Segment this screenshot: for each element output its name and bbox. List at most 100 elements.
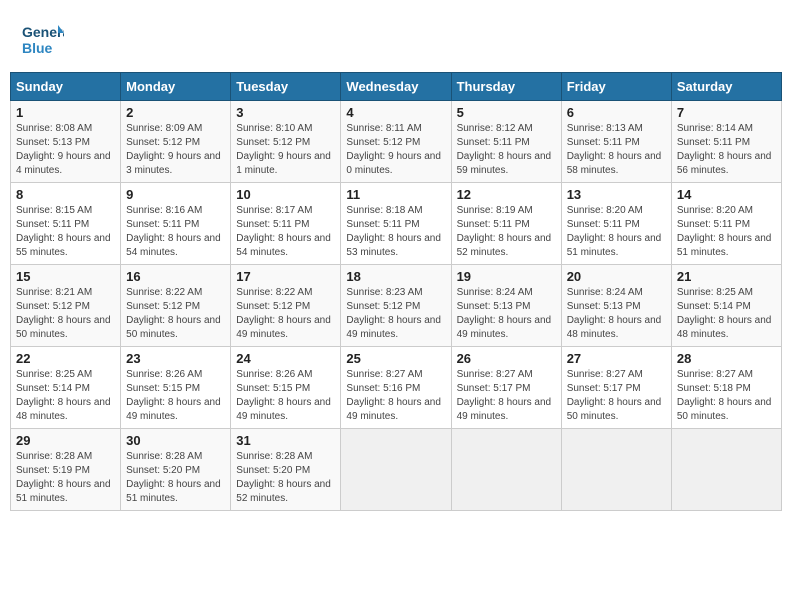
calendar-cell: 8Sunrise: 8:15 AM Sunset: 5:11 PM Daylig… bbox=[11, 183, 121, 265]
calendar-cell: 19 Sunrise: 8:24 AM Sunset: 5:13 PM Dayli… bbox=[451, 265, 561, 347]
day-number: 19 bbox=[457, 269, 556, 284]
day-info: Sunrise: 8:12 AM Sunset: 5:11 PM Dayligh… bbox=[457, 122, 556, 178]
day-info: Sunrise: 8:20 AM Sunset: 5:11 PM Dayligh… bbox=[567, 204, 666, 260]
day-info: Sunrise: 8:27 AM Sunset: 5:17 PM Dayligh… bbox=[457, 368, 556, 424]
calendar-cell: 29 Sunrise: 8:28 AM Sunset: 5:19 PM Dayli… bbox=[11, 429, 121, 511]
day-info: Sunrise: 8:25 AM Sunset: 5:14 PM Dayligh… bbox=[677, 286, 776, 342]
weekday-header-friday: Friday bbox=[561, 73, 671, 101]
day-info: Sunrise: 8:17 AM Sunset: 5:11 PM Dayligh… bbox=[236, 204, 335, 260]
calendar-cell: 14 Sunrise: 8:20 AM Sunset: 5:11 PM Dayli… bbox=[671, 183, 781, 265]
day-number: 13 bbox=[567, 187, 666, 202]
day-info: Sunrise: 8:22 AM Sunset: 5:12 PM Dayligh… bbox=[126, 286, 225, 342]
calendar-week-2: 8Sunrise: 8:15 AM Sunset: 5:11 PM Daylig… bbox=[11, 183, 782, 265]
day-info: Sunrise: 8:23 AM Sunset: 5:12 PM Dayligh… bbox=[346, 286, 445, 342]
weekday-header-saturday: Saturday bbox=[671, 73, 781, 101]
weekday-header-wednesday: Wednesday bbox=[341, 73, 451, 101]
calendar-cell: 21 Sunrise: 8:25 AM Sunset: 5:14 PM Dayli… bbox=[671, 265, 781, 347]
calendar-cell: 20Sunrise: 8:24 AM Sunset: 5:13 PM Dayli… bbox=[561, 265, 671, 347]
day-number: 9 bbox=[126, 187, 225, 202]
day-number: 17 bbox=[236, 269, 335, 284]
calendar-cell: 7 Sunrise: 8:14 AM Sunset: 5:11 PM Daylig… bbox=[671, 101, 781, 183]
day-info: Sunrise: 8:13 AM Sunset: 5:11 PM Dayligh… bbox=[567, 122, 666, 178]
calendar-cell: 5Sunrise: 8:12 AM Sunset: 5:11 PM Daylig… bbox=[451, 101, 561, 183]
calendar-cell: 2 Sunrise: 8:09 AM Sunset: 5:12 PM Daylig… bbox=[121, 101, 231, 183]
day-number: 15 bbox=[16, 269, 115, 284]
day-info: Sunrise: 8:09 AM Sunset: 5:12 PM Dayligh… bbox=[126, 122, 225, 178]
day-number: 7 bbox=[677, 105, 776, 120]
calendar-cell: 28 Sunrise: 8:27 AM Sunset: 5:18 PM Dayli… bbox=[671, 347, 781, 429]
calendar-cell: 16 Sunrise: 8:22 AM Sunset: 5:12 PM Dayli… bbox=[121, 265, 231, 347]
calendar-week-4: 22Sunrise: 8:25 AM Sunset: 5:14 PM Dayli… bbox=[11, 347, 782, 429]
day-info: Sunrise: 8:28 AM Sunset: 5:19 PM Dayligh… bbox=[16, 450, 115, 506]
logo: General Blue bbox=[20, 15, 68, 59]
calendar-cell: 31Sunrise: 8:28 AM Sunset: 5:20 PM Dayli… bbox=[231, 429, 341, 511]
day-info: Sunrise: 8:16 AM Sunset: 5:11 PM Dayligh… bbox=[126, 204, 225, 260]
day-number: 27 bbox=[567, 351, 666, 366]
day-number: 23 bbox=[126, 351, 225, 366]
day-info: Sunrise: 8:19 AM Sunset: 5:11 PM Dayligh… bbox=[457, 204, 556, 260]
day-info: Sunrise: 8:18 AM Sunset: 5:11 PM Dayligh… bbox=[346, 204, 445, 260]
logo-icon: General Blue bbox=[20, 15, 64, 59]
day-number: 14 bbox=[677, 187, 776, 202]
calendar-cell: 1 Sunrise: 8:08 AM Sunset: 5:13 PM Daylig… bbox=[11, 101, 121, 183]
day-info: Sunrise: 8:24 AM Sunset: 5:13 PM Dayligh… bbox=[457, 286, 556, 342]
day-number: 26 bbox=[457, 351, 556, 366]
calendar-cell: 22Sunrise: 8:25 AM Sunset: 5:14 PM Dayli… bbox=[11, 347, 121, 429]
day-number: 29 bbox=[16, 433, 115, 448]
day-number: 1 bbox=[16, 105, 115, 120]
calendar-cell: 9 Sunrise: 8:16 AM Sunset: 5:11 PM Daylig… bbox=[121, 183, 231, 265]
calendar-cell: 26 Sunrise: 8:27 AM Sunset: 5:17 PM Dayli… bbox=[451, 347, 561, 429]
day-number: 31 bbox=[236, 433, 335, 448]
svg-text:Blue: Blue bbox=[22, 40, 53, 56]
day-info: Sunrise: 8:26 AM Sunset: 5:15 PM Dayligh… bbox=[236, 368, 335, 424]
day-number: 24 bbox=[236, 351, 335, 366]
calendar-cell: 23 Sunrise: 8:26 AM Sunset: 5:15 PM Dayli… bbox=[121, 347, 231, 429]
day-number: 2 bbox=[126, 105, 225, 120]
calendar-cell: 18 Sunrise: 8:23 AM Sunset: 5:12 PM Dayli… bbox=[341, 265, 451, 347]
day-info: Sunrise: 8:22 AM Sunset: 5:12 PM Dayligh… bbox=[236, 286, 335, 342]
day-number: 12 bbox=[457, 187, 556, 202]
day-info: Sunrise: 8:20 AM Sunset: 5:11 PM Dayligh… bbox=[677, 204, 776, 260]
day-info: Sunrise: 8:27 AM Sunset: 5:18 PM Dayligh… bbox=[677, 368, 776, 424]
calendar-week-5: 29 Sunrise: 8:28 AM Sunset: 5:19 PM Dayli… bbox=[11, 429, 782, 511]
day-info: Sunrise: 8:14 AM Sunset: 5:11 PM Dayligh… bbox=[677, 122, 776, 178]
day-number: 10 bbox=[236, 187, 335, 202]
calendar-cell bbox=[671, 429, 781, 511]
weekday-header-sunday: Sunday bbox=[11, 73, 121, 101]
day-number: 21 bbox=[677, 269, 776, 284]
day-info: Sunrise: 8:28 AM Sunset: 5:20 PM Dayligh… bbox=[126, 450, 225, 506]
calendar-header: SundayMondayTuesdayWednesdayThursdayFrid… bbox=[11, 73, 782, 101]
weekday-row: SundayMondayTuesdayWednesdayThursdayFrid… bbox=[11, 73, 782, 101]
day-number: 3 bbox=[236, 105, 335, 120]
calendar-cell bbox=[451, 429, 561, 511]
day-number: 30 bbox=[126, 433, 225, 448]
calendar-cell: 15 Sunrise: 8:21 AM Sunset: 5:12 PM Dayli… bbox=[11, 265, 121, 347]
calendar-cell: 3 Sunrise: 8:10 AM Sunset: 5:12 PM Daylig… bbox=[231, 101, 341, 183]
weekday-header-thursday: Thursday bbox=[451, 73, 561, 101]
calendar-cell: 27 Sunrise: 8:27 AM Sunset: 5:17 PM Dayli… bbox=[561, 347, 671, 429]
day-info: Sunrise: 8:25 AM Sunset: 5:14 PM Dayligh… bbox=[16, 368, 115, 424]
weekday-header-tuesday: Tuesday bbox=[231, 73, 341, 101]
day-number: 28 bbox=[677, 351, 776, 366]
calendar-cell: 11 Sunrise: 8:18 AM Sunset: 5:11 PM Dayli… bbox=[341, 183, 451, 265]
day-number: 18 bbox=[346, 269, 445, 284]
calendar-table: SundayMondayTuesdayWednesdayThursdayFrid… bbox=[10, 72, 782, 511]
day-info: Sunrise: 8:15 AM Sunset: 5:11 PM Dayligh… bbox=[16, 204, 115, 260]
day-number: 20 bbox=[567, 269, 666, 284]
day-number: 4 bbox=[346, 105, 445, 120]
calendar-body: 1 Sunrise: 8:08 AM Sunset: 5:13 PM Daylig… bbox=[11, 101, 782, 511]
day-info: Sunrise: 8:08 AM Sunset: 5:13 PM Dayligh… bbox=[16, 122, 115, 178]
day-info: Sunrise: 8:10 AM Sunset: 5:12 PM Dayligh… bbox=[236, 122, 335, 178]
day-number: 11 bbox=[346, 187, 445, 202]
day-info: Sunrise: 8:27 AM Sunset: 5:16 PM Dayligh… bbox=[346, 368, 445, 424]
day-number: 16 bbox=[126, 269, 225, 284]
day-number: 25 bbox=[346, 351, 445, 366]
day-number: 6 bbox=[567, 105, 666, 120]
calendar-week-1: 1 Sunrise: 8:08 AM Sunset: 5:13 PM Daylig… bbox=[11, 101, 782, 183]
calendar-week-3: 15 Sunrise: 8:21 AM Sunset: 5:12 PM Dayli… bbox=[11, 265, 782, 347]
calendar-cell bbox=[341, 429, 451, 511]
calendar-cell: 10 Sunrise: 8:17 AM Sunset: 5:11 PM Dayli… bbox=[231, 183, 341, 265]
day-info: Sunrise: 8:26 AM Sunset: 5:15 PM Dayligh… bbox=[126, 368, 225, 424]
day-info: Sunrise: 8:21 AM Sunset: 5:12 PM Dayligh… bbox=[16, 286, 115, 342]
day-info: Sunrise: 8:27 AM Sunset: 5:17 PM Dayligh… bbox=[567, 368, 666, 424]
